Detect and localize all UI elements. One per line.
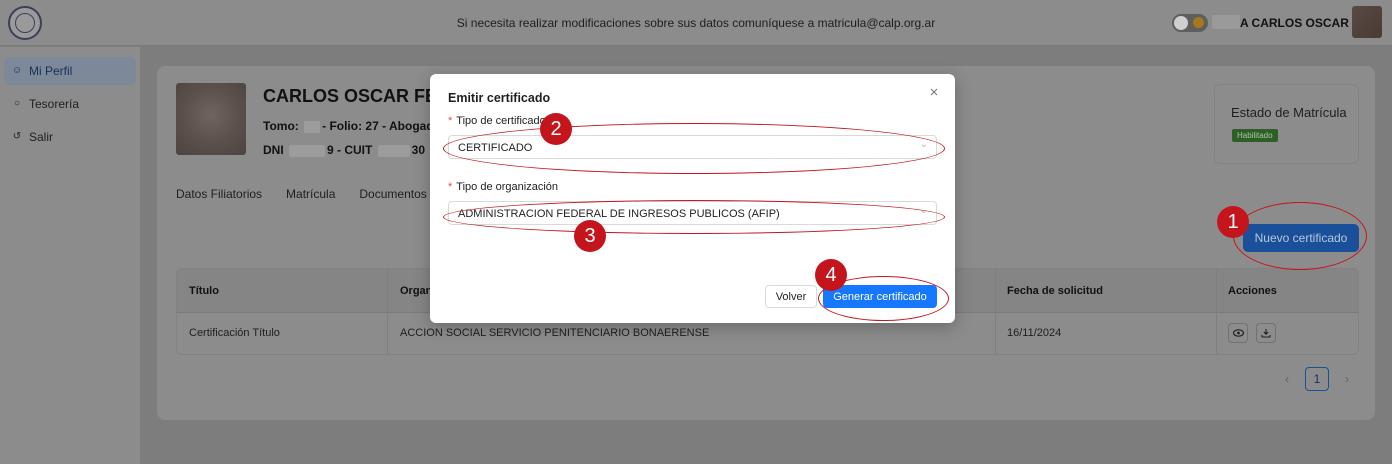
- sidebar-item-mi-perfil[interactable]: ☺ Mi Perfil: [4, 57, 136, 85]
- sidebar-item-tesoreria[interactable]: ○ Tesorería: [4, 90, 136, 118]
- redacted-text: [304, 120, 321, 133]
- user-name[interactable]: A CARLOS OSCAR: [1240, 16, 1349, 30]
- modal-title: Emitir certificado: [448, 91, 551, 105]
- user-icon: ☺: [12, 65, 23, 76]
- annotation-ellipse: [1233, 202, 1367, 270]
- organization-type-label: * Tipo de organización: [448, 181, 558, 193]
- pagination-next[interactable]: ›: [1341, 367, 1353, 391]
- certificate-type-label-text: Tipo de certificado: [456, 115, 546, 127]
- header-organizacion: Organ: [400, 285, 433, 297]
- profile-name: CARLOS OSCAR FE: [263, 86, 438, 106]
- sidebar: ☺ Mi Perfil ○ Tesorería ↺ Salir: [0, 47, 140, 464]
- annotation-marker: 3: [574, 220, 606, 252]
- sun-icon: [1193, 17, 1204, 28]
- sidebar-item-label: Salir: [29, 130, 54, 144]
- organization-type-label-text: Tipo de organización: [456, 181, 558, 193]
- tab-datos-filiatorios[interactable]: Datos Filiatorios: [176, 187, 262, 201]
- dollar-icon: ○: [13, 98, 21, 109]
- close-icon[interactable]: ×: [927, 85, 941, 100]
- profile-dni: DNI 9 - CUIT 30: [263, 143, 425, 157]
- sidebar-item-label: Tesorería: [29, 97, 80, 111]
- tab-documentos[interactable]: Documentos: [359, 187, 426, 201]
- logout-icon: ↺: [12, 131, 22, 142]
- avatar[interactable]: [1352, 6, 1382, 38]
- header-fecha: Fecha de solicitud: [1007, 285, 1103, 297]
- header-acciones: Acciones: [1228, 285, 1277, 297]
- top-bar: Si necesita realizar modificaciones sobr…: [0, 0, 1392, 46]
- redacted-text: [1212, 15, 1240, 29]
- tab-matricula[interactable]: Matrícula: [286, 187, 335, 201]
- pagination-prev[interactable]: ‹: [1281, 367, 1293, 391]
- annotation-marker: 1: [1217, 206, 1249, 238]
- download-icon: [1261, 329, 1271, 338]
- eye-icon: [1232, 329, 1244, 337]
- dni-rest: 9 - CUIT: [327, 143, 376, 157]
- download-button[interactable]: [1256, 323, 1276, 343]
- redacted-text: [289, 144, 325, 157]
- dni-label: DNI: [263, 143, 287, 157]
- annotation-ellipse: [443, 200, 945, 234]
- tomo-rest: - Folio: 27 - Abogad: [322, 119, 434, 133]
- header-titulo: Título: [189, 285, 219, 297]
- redacted-text: [377, 144, 410, 157]
- sidebar-item-salir[interactable]: ↺ Salir: [4, 123, 136, 151]
- pagination-page[interactable]: 1: [1305, 367, 1329, 391]
- tomo-label: Tomo:: [263, 119, 303, 133]
- status-title: Estado de Matrícula: [1231, 105, 1347, 120]
- annotation-marker: 2: [540, 113, 572, 145]
- certificate-type-label: * Tipo de certificado: [448, 115, 546, 127]
- toggle-knob: [1174, 16, 1188, 30]
- required-mark: *: [448, 115, 453, 127]
- required-mark: *: [448, 181, 453, 193]
- matricula-status-card: Estado de Matrícula Habilitado: [1214, 84, 1359, 164]
- profile-tomo: Tomo: - Folio: 27 - Abogad: [263, 119, 434, 133]
- view-button[interactable]: [1228, 323, 1248, 343]
- cell-fecha: 16/11/2024: [1007, 327, 1062, 339]
- status-badge: Habilitado: [1232, 129, 1278, 142]
- profile-photo: [176, 83, 246, 155]
- annotation-marker: 4: [815, 259, 847, 291]
- cell-organizacion: ACCION SOCIAL SERVICIO PENITENCIARIO BON…: [400, 327, 710, 339]
- profile-tabs: Datos Filiatorios Matrícula Documentos M: [176, 187, 461, 201]
- theme-toggle[interactable]: [1172, 14, 1208, 32]
- back-button[interactable]: Volver: [765, 285, 817, 308]
- sidebar-item-label: Mi Perfil: [29, 64, 73, 78]
- annotation-ellipse: [443, 123, 945, 174]
- cuit-rest: 30: [411, 143, 426, 157]
- cell-titulo: Certificación Título: [189, 327, 280, 339]
